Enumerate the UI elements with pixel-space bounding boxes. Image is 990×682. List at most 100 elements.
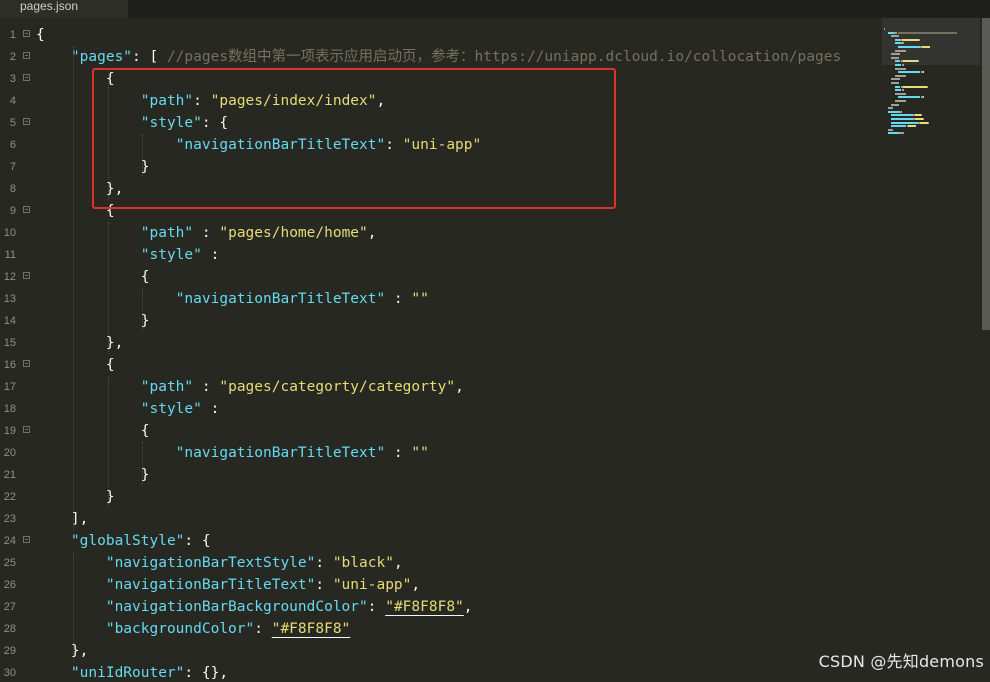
line-number: 18	[3, 403, 16, 415]
code-text: "navigationBarTitleText": "uni-app",	[36, 574, 420, 596]
line-number: 5	[9, 117, 16, 129]
code-token: : [	[132, 49, 167, 65]
code-text: "path" : "pages/categorty/categorty",	[36, 376, 464, 398]
fold-toggle-icon[interactable]	[23, 360, 30, 367]
tab-label: pages.json	[20, 0, 79, 13]
line-number: 30	[3, 667, 16, 679]
vertical-scrollbar[interactable]	[982, 18, 990, 330]
code-token: "globalStyle"	[70, 533, 185, 549]
minimap-token	[902, 89, 904, 92]
minimap-token	[918, 60, 920, 63]
minimap-token	[902, 85, 928, 88]
minimap-token	[891, 78, 901, 81]
minimap-token	[887, 107, 893, 110]
minimap-token	[897, 31, 957, 34]
code-token: "#F8F8F8"	[271, 621, 351, 637]
minimap-token	[908, 125, 917, 128]
code-token: "pages/categorty/categorty"	[219, 379, 456, 395]
code-token: "uniIdRouter"	[70, 665, 185, 681]
code-token: {	[36, 423, 150, 439]
code-token: //pages数组中第一项表示应用启动页，参考：https://uniapp.d…	[166, 49, 842, 65]
line-number: 4	[9, 95, 16, 107]
tab-pages-json[interactable]: pages.json	[0, 0, 128, 18]
code-token: : {},	[184, 665, 229, 681]
minimap-token	[914, 118, 923, 120]
line-number: 25	[3, 557, 16, 569]
code-token: :	[367, 599, 386, 615]
code-text: "uniIdRouter": {},	[36, 662, 228, 682]
line-number: 17	[3, 381, 16, 393]
code-text: "navigationBarTextStyle": "black",	[36, 552, 403, 574]
code-token: },	[36, 335, 124, 351]
code-line: 17 "path" : "pages/categorty/categorty",	[0, 376, 882, 398]
line-number: 3	[9, 73, 16, 85]
minimap-token	[920, 114, 922, 117]
code-line: 13 "navigationBarTitleText" : ""	[0, 288, 882, 310]
fold-toggle-icon[interactable]	[23, 206, 30, 213]
code-token: "pages"	[70, 49, 133, 65]
code-line: 1{	[0, 24, 882, 46]
minimap-token	[891, 114, 913, 117]
code-token: }	[36, 489, 115, 505]
indent-guide	[142, 288, 144, 332]
indent-guide	[142, 442, 144, 486]
code-text: "navigationBarBackgroundColor": "#F8F8F8…	[36, 596, 473, 618]
minimap-token	[921, 46, 930, 48]
minimap-token	[887, 128, 893, 131]
line-number: 11	[4, 249, 16, 261]
code-line: 23 ],	[0, 508, 882, 530]
code-line: 29 },	[0, 640, 882, 662]
code-line: 26 "navigationBarTitleText": "uni-app",	[0, 574, 882, 596]
code-token: }	[36, 313, 150, 329]
code-line: 15 },	[0, 332, 882, 354]
line-number: 6	[9, 139, 16, 151]
code-line: 21 }	[0, 464, 882, 486]
fold-toggle-icon[interactable]	[23, 426, 30, 433]
code-text: {	[36, 266, 150, 288]
minimap-token	[922, 96, 925, 99]
fold-toggle-icon[interactable]	[23, 536, 30, 543]
code-token: "navigationBarTextStyle"	[105, 555, 316, 571]
highlight-box	[92, 68, 616, 209]
code-line: 10 "path" : "pages/home/home",	[0, 222, 882, 244]
fold-toggle-icon[interactable]	[23, 52, 30, 59]
fold-toggle-icon[interactable]	[23, 30, 30, 37]
code-token: :	[315, 555, 333, 571]
line-number: 22	[3, 491, 16, 503]
code-token: ],	[36, 511, 89, 527]
code-line: 18 "style" :	[0, 398, 882, 420]
indent-guide	[72, 46, 74, 530]
indent-guide	[72, 552, 74, 662]
code-line: 16 {	[0, 354, 882, 376]
code-line: 22 }	[0, 486, 882, 508]
fold-toggle-icon[interactable]	[23, 118, 30, 125]
code-token: "#F8F8F8"	[385, 599, 464, 615]
code-text: "globalStyle": {	[36, 530, 211, 552]
code-token: :	[315, 577, 333, 593]
minimap[interactable]	[882, 18, 980, 682]
code-token: {	[36, 27, 45, 43]
code-line: 12 {	[0, 266, 882, 288]
minimap-token	[894, 92, 907, 95]
fold-toggle-icon[interactable]	[23, 74, 30, 81]
code-text: "navigationBarTitleText" : ""	[36, 288, 429, 310]
line-number: 10	[3, 227, 16, 239]
minimap-token	[899, 110, 902, 113]
code-text: },	[36, 640, 88, 662]
code-token: :	[385, 291, 412, 307]
code-text: }	[36, 464, 150, 486]
code-line: 11 "style" :	[0, 244, 882, 266]
minimap-token	[891, 103, 900, 106]
code-token: "navigationBarBackgroundColor"	[105, 599, 368, 615]
code-line: 14 }	[0, 310, 882, 332]
minimap-token	[891, 82, 900, 84]
fold-toggle-icon[interactable]	[23, 272, 30, 279]
code-token: :	[193, 225, 220, 241]
line-number: 24	[3, 535, 16, 547]
code-token: "black"	[332, 555, 394, 571]
